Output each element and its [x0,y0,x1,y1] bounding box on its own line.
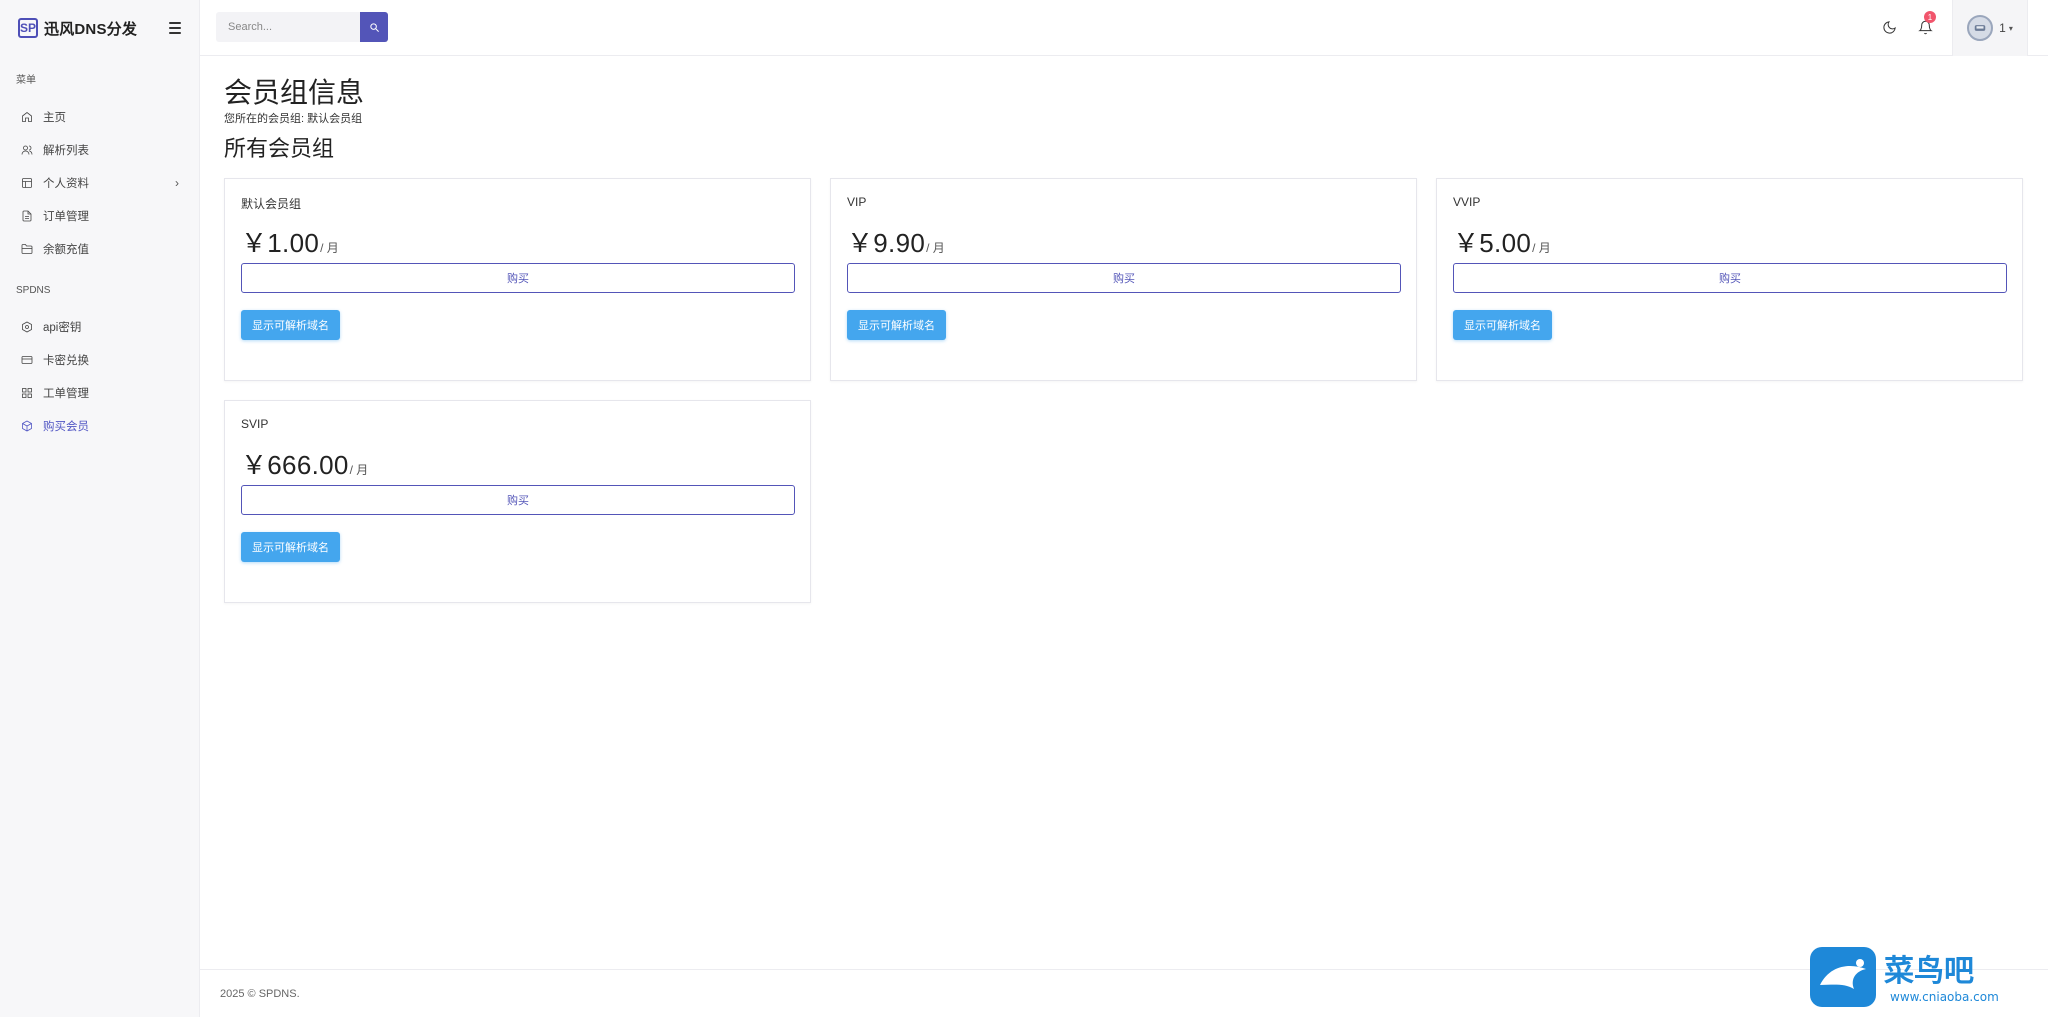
sidebar: SP 迅风DNS分发 菜单 主页 解析列表 个人资料 › 订单管理 余额充值 S… [0,0,200,1017]
price-value: ￥5.00 [1453,228,1532,258]
search-icon [369,22,379,32]
show-domains-button[interactable]: 显示可解析域名 [241,310,340,340]
package-icon [20,419,33,432]
footer: 2025 © SPDNS. [200,969,2048,1017]
sidebar-item-label: 主页 [43,111,66,124]
topbar: 1 1 ▾ [200,0,2048,56]
price-value: ￥1.00 [241,228,320,258]
folder-icon [20,242,33,255]
chevron-right-icon: › [175,175,179,190]
notification-badge: 1 [1924,11,1936,23]
menu-toggle-icon[interactable] [169,18,181,38]
sidebar-item-home[interactable]: 主页 [0,100,199,133]
brand: SP 迅风DNS分发 [0,0,199,56]
buy-button[interactable]: 购买 [1453,263,2007,293]
sidebar-item-tickets[interactable]: 工单管理 [0,376,199,409]
sidebar-item-label: 订单管理 [43,210,89,223]
sidebar-item-card-redeem[interactable]: 卡密兑换 [0,343,199,376]
home-icon [20,110,33,123]
file-icon [20,209,33,222]
watermark-title: 菜鸟吧 [1884,954,1974,989]
user-name: 1 [1999,21,2006,35]
sidebar-item-label: 工单管理 [43,387,89,400]
hexagon-icon [20,320,33,333]
layout-icon [20,176,33,189]
sidebar-item-recharge[interactable]: 余额充值 [0,232,199,265]
search-bar [216,12,388,42]
section-title: 所有会员组 [224,136,335,161]
sidebar-item-label: 卡密兑换 [43,354,89,367]
theme-toggle-moon-icon[interactable] [1882,20,1898,36]
plan-name: VVIP [1453,195,1481,209]
sidebar-item-dns-list[interactable]: 解析列表 [0,133,199,166]
watermark-url: www.cniaoba.com [1890,990,1999,1004]
brand-name[interactable]: 迅风DNS分发 [44,18,137,39]
user-menu[interactable]: 1 ▾ [1952,0,2028,56]
price-unit: / 月 [320,241,339,255]
watermark-logo: 菜鸟吧 www.cniaoba.com [1810,945,2018,1009]
sidebar-item-buy-membership[interactable]: 购买会员 [0,409,199,442]
plan-name: VIP [847,195,867,209]
current-group-text: 您所在的会员组: 默认会员组 [224,113,363,125]
price-value: ￥666.00 [241,450,349,480]
credit-card-icon [20,353,33,366]
search-button[interactable] [360,12,388,42]
buy-button[interactable]: 购买 [241,485,795,515]
price-unit: / 月 [1532,241,1551,255]
price-unit: / 月 [926,241,945,255]
grid-icon [20,386,33,399]
plan-price: ￥666.00 / 月 [241,445,368,482]
buy-button[interactable]: 购买 [241,263,795,293]
page-title: 会员组信息 [224,77,365,108]
notifications-bell-icon[interactable]: 1 [1918,11,1936,36]
search-input[interactable] [216,12,360,42]
brand-logo[interactable]: SP [18,18,38,38]
plan-name: SVIP [241,417,269,431]
sidebar-item-orders[interactable]: 订单管理 [0,199,199,232]
main-content: 会员组信息 您所在的会员组: 默认会员组 所有会员组 默认会员组 ￥1.00 /… [224,56,2028,603]
users-icon [20,143,33,156]
sidebar-item-label: 解析列表 [43,144,89,157]
price-unit: / 月 [349,463,369,477]
sidebar-item-label: api密钥 [43,321,82,334]
footer-copyright: 2025 © SPDNS. [220,987,300,1000]
menu-heading: 菜单 [16,75,36,86]
buy-button[interactable]: 购买 [847,263,1401,293]
menu-heading: SPDNS [16,285,51,296]
sidebar-item-label: 个人资料 [43,177,89,190]
plan-card-svip: SVIP ￥666.00 / 月 购买 显示可解析域名 [224,400,811,603]
price-value: ￥9.90 [847,228,926,258]
show-domains-button[interactable]: 显示可解析域名 [1453,310,1552,340]
chevron-down-icon: ▾ [2008,23,2013,33]
show-domains-button[interactable]: 显示可解析域名 [847,310,946,340]
sidebar-item-label: 购买会员 [43,420,89,433]
plan-price: ￥5.00 / 月 [1453,223,1551,260]
plan-card-vvip: VVIP ￥5.00 / 月 购买 显示可解析域名 [1436,178,2023,381]
show-domains-button[interactable]: 显示可解析域名 [241,532,340,562]
plan-price: ￥1.00 / 月 [241,223,339,260]
sidebar-item-profile[interactable]: 个人资料 › [0,166,199,199]
plan-card-vip: VIP ￥9.90 / 月 购买 显示可解析域名 [830,178,1417,381]
plan-name: 默认会员组 [241,197,302,211]
avatar [1967,15,1994,41]
plan-price: ￥9.90 / 月 [847,223,945,260]
topbar-actions: 1 1 ▾ [1882,0,2028,56]
sidebar-item-label: 余额充值 [43,243,89,256]
plan-card-default: 默认会员组 ￥1.00 / 月 购买 显示可解析域名 [224,178,811,381]
sidebar-item-api-key[interactable]: api密钥 [0,310,199,343]
